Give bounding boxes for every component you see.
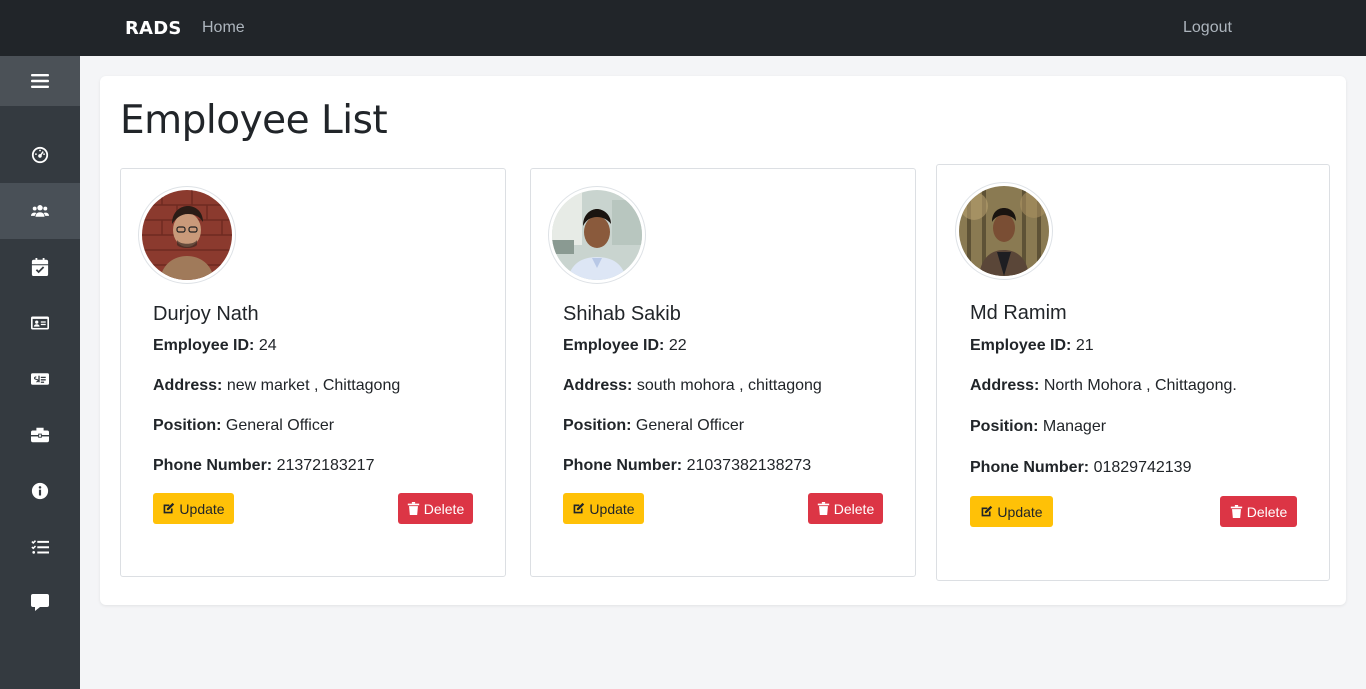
position-row: Position: General Officer [153,417,334,435]
briefcase-icon [31,427,49,443]
sidebar-item-dashboard[interactable] [0,127,80,183]
sidebar [0,56,80,689]
employee-id-value: 24 [258,337,277,354]
nav-logout-link[interactable]: Logout [1183,19,1232,37]
sidebar-item-jobs[interactable] [0,407,80,463]
address-label: Address: [153,377,223,394]
address-value: south mohora , chittagong [636,377,822,394]
update-button[interactable]: Update [970,496,1053,527]
employee-id-label: Employee ID: [153,337,255,354]
trash-icon [1230,505,1242,518]
comment-icon [31,594,49,611]
update-button[interactable]: Update [153,493,234,524]
employee-name: Shihab Sakib [563,303,681,325]
trash-icon [407,502,419,515]
top-navbar: RADS Home Logout [0,0,1366,56]
employee-card: Shihab Sakib Employee ID: 22 Address: so… [530,168,916,577]
delete-button[interactable]: Delete [398,493,473,524]
address-label: Address: [563,377,633,394]
position-label: Position: [153,417,222,434]
position-row: Position: Manager [970,418,1106,436]
id-card-icon [31,316,49,330]
brand-logo[interactable]: RADS [125,18,182,39]
sidebar-item-employees[interactable] [0,183,80,239]
employee-id-row: Employee ID: 22 [563,337,687,355]
position-value: General Officer [225,417,335,434]
edit-icon [574,502,585,514]
hamburger-icon [31,74,49,88]
address-value: North Mohora , Chittagong. [1043,377,1237,394]
delete-label: Delete [833,500,875,517]
employee-id-row: Employee ID: 21 [970,337,1094,355]
sidebar-item-messages[interactable] [0,575,80,631]
employee-avatar [955,182,1053,280]
page-title: Employee List [120,98,388,143]
address-label: Address: [970,377,1040,394]
sidebar-item-id-card[interactable] [0,295,80,351]
address-row: Address: North Mohora , Chittagong. [970,377,1237,395]
sidebar-item-salary[interactable] [0,351,80,407]
phone-value: 21372183217 [276,457,375,474]
calendar-check-icon [31,258,49,276]
delete-button[interactable]: Delete [808,493,883,524]
position-value: Manager [1042,418,1107,435]
users-icon [31,205,49,217]
position-value: General Officer [635,417,745,434]
update-label: Update [179,500,225,517]
address-row: Address: south mohora , chittagong [563,377,822,395]
phone-label: Phone Number: [153,457,273,474]
phone-value: 01829742139 [1093,459,1192,476]
trash-icon [817,502,829,515]
delete-label: Delete [423,500,465,517]
sidebar-item-tasks[interactable] [0,519,80,575]
employee-id-label: Employee ID: [563,337,665,354]
info-icon [31,482,49,500]
nav-home-link[interactable]: Home [202,19,245,37]
employee-id-row: Employee ID: 24 [153,337,277,355]
employee-id-label: Employee ID: [970,337,1072,354]
edit-icon [982,505,993,517]
money-bill-icon [31,373,49,385]
update-label: Update [997,503,1043,520]
address-row: Address: new market , Chittagong [153,377,400,395]
update-label: Update [589,500,635,517]
phone-row: Phone Number: 21037382138273 [563,457,811,475]
phone-label: Phone Number: [563,457,683,474]
employee-id-value: 22 [668,337,687,354]
position-label: Position: [563,417,632,434]
employee-avatar [138,186,236,284]
delete-button[interactable]: Delete [1220,496,1297,527]
employee-avatar [548,186,646,284]
position-row: Position: General Officer [563,417,744,435]
update-button[interactable]: Update [563,493,644,524]
employee-card: Md Ramim Employee ID: 21 Address: North … [936,164,1330,581]
employee-id-value: 21 [1075,337,1094,354]
sidebar-toggle-button[interactable] [0,56,80,106]
phone-row: Phone Number: 01829742139 [970,459,1191,477]
employee-name: Durjoy Nath [153,303,259,325]
sidebar-item-info[interactable] [0,463,80,519]
phone-value: 21037382138273 [686,457,812,474]
sidebar-item-attendance[interactable] [0,239,80,295]
employee-name: Md Ramim [970,302,1067,324]
task-list-icon [31,540,49,554]
employee-card: Durjoy Nath Employee ID: 24 Address: new… [120,168,506,577]
dashboard-icon [31,146,49,164]
phone-label: Phone Number: [970,459,1090,476]
delete-label: Delete [1246,503,1288,520]
position-label: Position: [970,418,1039,435]
edit-icon [164,502,175,514]
phone-row: Phone Number: 21372183217 [153,457,374,475]
address-value: new market , Chittagong [226,377,401,394]
